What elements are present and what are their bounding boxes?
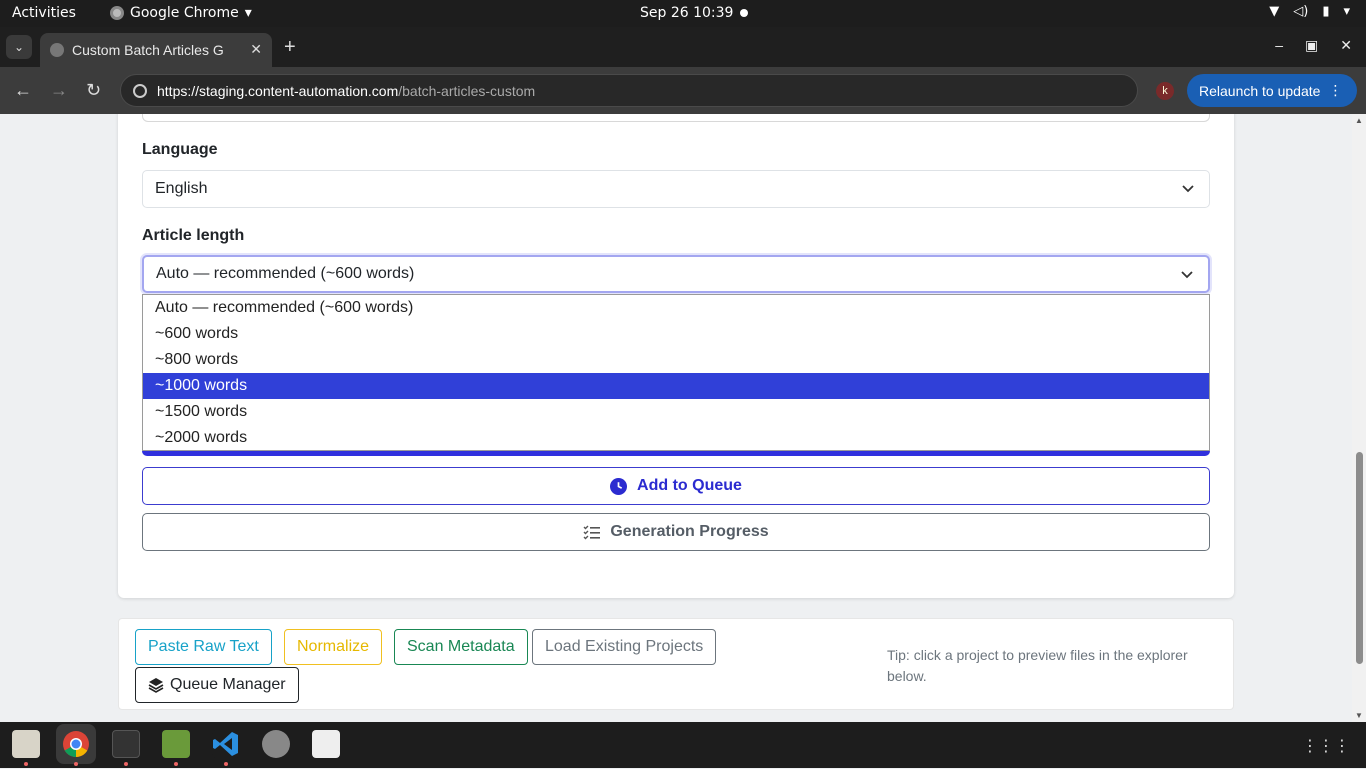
caret-down-icon: ▾ <box>1343 4 1350 19</box>
site-info-icon[interactable] <box>133 84 147 98</box>
tab-bar: ⌄ Custom Batch Articles G ✕ + – ▣ ✕ <box>0 27 1366 67</box>
forward-icon[interactable]: → <box>50 80 68 101</box>
volume-icon: ◁) <box>1293 4 1309 19</box>
window-controls: – ▣ ✕ <box>1275 37 1352 54</box>
toolbar: ← → ↻ https://staging.content-automation… <box>0 67 1366 114</box>
page-scrollbar[interactable]: ▲ ▼ <box>1352 114 1366 722</box>
option-800[interactable]: ~800 words <box>143 347 1209 373</box>
language-select[interactable]: English <box>142 170 1210 208</box>
reload-icon[interactable]: ↻ <box>86 80 101 101</box>
paste-raw-text-button[interactable]: Paste Raw Text <box>135 629 272 665</box>
scroll-down-icon[interactable]: ▼ <box>1355 711 1363 720</box>
activities-button[interactable]: Activities <box>12 5 76 21</box>
tab-active[interactable]: Custom Batch Articles G ✕ <box>40 33 272 67</box>
layers-icon <box>148 678 164 693</box>
running-indicator <box>174 762 178 766</box>
files-icon[interactable] <box>12 730 40 758</box>
article-length-options: Auto — recommended (~600 words) ~600 wor… <box>142 294 1210 451</box>
actions-card: Paste Raw Text Normalize Scan Metadata L… <box>118 618 1234 710</box>
generation-progress-button[interactable]: Generation Progress <box>142 513 1210 551</box>
option-600[interactable]: ~600 words <box>143 321 1209 347</box>
load-existing-projects-button[interactable]: Load Existing Projects <box>532 629 717 665</box>
language-label: Language <box>142 141 218 158</box>
running-indicator <box>24 762 28 766</box>
article-length-value: Auto — recommended (~600 words) <box>156 265 415 282</box>
battery-icon: ▮ <box>1322 4 1330 19</box>
previous-field[interactable] <box>142 114 1210 122</box>
chrome-logo-icon <box>63 731 89 758</box>
app-name: Google Chrome <box>130 5 239 21</box>
image-editor-icon[interactable] <box>162 730 190 758</box>
clock-icon <box>610 477 628 495</box>
tip-text: Tip: click a project to preview files in… <box>887 647 1188 684</box>
system-top-bar: Activities Google Chrome ▾ Sep 26 10:39 … <box>0 0 1366 27</box>
terminal-icon[interactable] <box>112 730 140 758</box>
url-domain: https://staging.content-automation.com <box>157 82 399 99</box>
profile-avatar[interactable]: k <box>1156 82 1174 100</box>
favicon-icon <box>50 43 64 57</box>
article-length-label: Article length <box>142 227 245 244</box>
wifi-icon: ▼ <box>1269 4 1280 19</box>
chevron-down-icon <box>1182 185 1194 193</box>
scrollbar-thumb[interactable] <box>1356 452 1363 664</box>
close-tab-icon[interactable]: ✕ <box>250 41 262 58</box>
kebab-menu-icon[interactable]: ⋮ <box>1328 82 1342 99</box>
option-2000[interactable]: ~2000 words <box>143 425 1209 451</box>
vscode-icon[interactable] <box>212 730 240 758</box>
option-1000[interactable]: ~1000 words <box>143 373 1209 399</box>
language-value: English <box>155 180 208 197</box>
page-viewport: Language English Article length Auto — r… <box>0 114 1352 722</box>
add-to-queue-label: Add to Queue <box>637 477 742 494</box>
article-length-select[interactable]: Auto — recommended (~600 words) <box>142 255 1210 293</box>
close-window-icon[interactable]: ✕ <box>1340 37 1352 54</box>
app-menu[interactable]: Google Chrome ▾ <box>110 5 252 21</box>
running-indicator <box>74 762 78 766</box>
maximize-icon[interactable]: ▣ <box>1305 37 1318 54</box>
notification-dot-icon <box>740 9 748 17</box>
chrome-icon[interactable] <box>56 724 96 764</box>
tab-title: Custom Batch Articles G <box>72 42 224 58</box>
relaunch-label: Relaunch to update <box>1199 82 1321 99</box>
generation-progress-label: Generation Progress <box>610 523 769 540</box>
app-icon[interactable] <box>312 730 340 758</box>
tab-search-button[interactable]: ⌄ <box>6 35 32 59</box>
new-tab-button[interactable]: + <box>284 37 296 57</box>
running-indicator <box>224 762 228 766</box>
relaunch-button[interactable]: Relaunch to update ⋮ <box>1187 74 1357 107</box>
dock: ⋮⋮⋮ <box>0 722 1366 768</box>
scroll-up-icon[interactable]: ▲ <box>1355 116 1363 125</box>
add-to-queue-button[interactable]: Add to Queue <box>142 467 1210 505</box>
caret-down-icon: ▾ <box>244 5 252 21</box>
running-indicator <box>124 762 128 766</box>
vscode-logo-icon <box>213 732 238 756</box>
option-auto[interactable]: Auto — recommended (~600 words) <box>143 295 1209 321</box>
queue-manager-button[interactable]: Queue Manager <box>135 667 299 703</box>
chrome-icon <box>110 6 124 20</box>
scan-metadata-button[interactable]: Scan Metadata <box>394 629 528 665</box>
normalize-button[interactable]: Normalize <box>284 629 383 665</box>
show-apps-icon[interactable]: ⋮⋮⋮ <box>1302 736 1350 756</box>
chevron-down-icon: ⌄ <box>13 40 25 54</box>
chevron-down-icon <box>1181 271 1193 279</box>
option-1500[interactable]: ~1500 words <box>143 399 1209 425</box>
clock[interactable]: Sep 26 10:39 <box>640 5 733 21</box>
back-icon[interactable]: ← <box>14 80 32 101</box>
system-tray[interactable]: ▼ ◁) ▮ ▾ <box>1269 4 1350 19</box>
url-path: /batch-articles-custom <box>398 82 536 99</box>
address-bar[interactable]: https://staging.content-automation.com/b… <box>120 74 1138 107</box>
queue-manager-label: Queue Manager <box>170 676 286 693</box>
list-check-icon <box>583 525 601 539</box>
minimize-icon[interactable]: – <box>1275 37 1283 54</box>
settings-icon[interactable] <box>262 730 290 758</box>
